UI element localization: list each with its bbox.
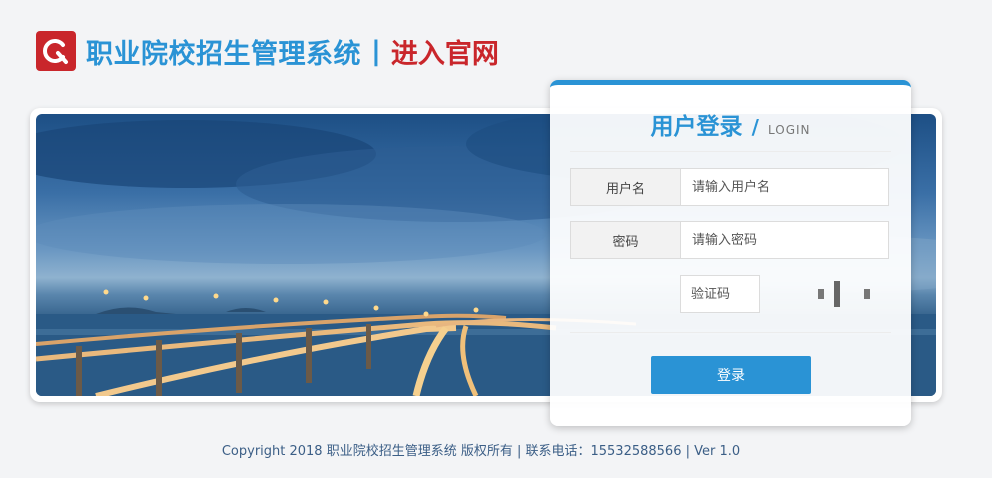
- official-site-link[interactable]: 进入官网: [391, 32, 499, 71]
- username-label: 用户名: [571, 169, 681, 205]
- captcha-input[interactable]: [680, 275, 760, 313]
- password-row: 密码: [570, 221, 889, 259]
- username-input[interactable]: [681, 169, 888, 205]
- footer-copyright: Copyright 2018 职业院校招生管理系统 版权所有 | 联系电话：15…: [221, 444, 741, 459]
- login-panel: 用户登录 / LOGIN 用户名 密码 登录: [550, 80, 911, 426]
- login-title: 用户登录 / LOGIN: [550, 107, 911, 141]
- login-title-slash: /: [751, 115, 759, 139]
- login-title-en: LOGIN: [767, 123, 811, 137]
- site-title: 职业院校招生管理系统: [86, 38, 361, 70]
- title-divider: [570, 151, 891, 152]
- username-row: 用户名: [570, 168, 889, 206]
- page-header: 职业院校招生管理系统 | 进入官网: [36, 30, 499, 72]
- login-title-main: 用户登录: [650, 114, 743, 140]
- captcha-image[interactable]: [810, 277, 880, 311]
- login-button[interactable]: 登录: [651, 356, 811, 394]
- password-input[interactable]: [681, 222, 888, 258]
- password-label: 密码: [571, 222, 681, 258]
- title-separator: |: [371, 35, 381, 67]
- brand-logo-icon[interactable]: [36, 31, 76, 71]
- form-divider: [570, 332, 891, 333]
